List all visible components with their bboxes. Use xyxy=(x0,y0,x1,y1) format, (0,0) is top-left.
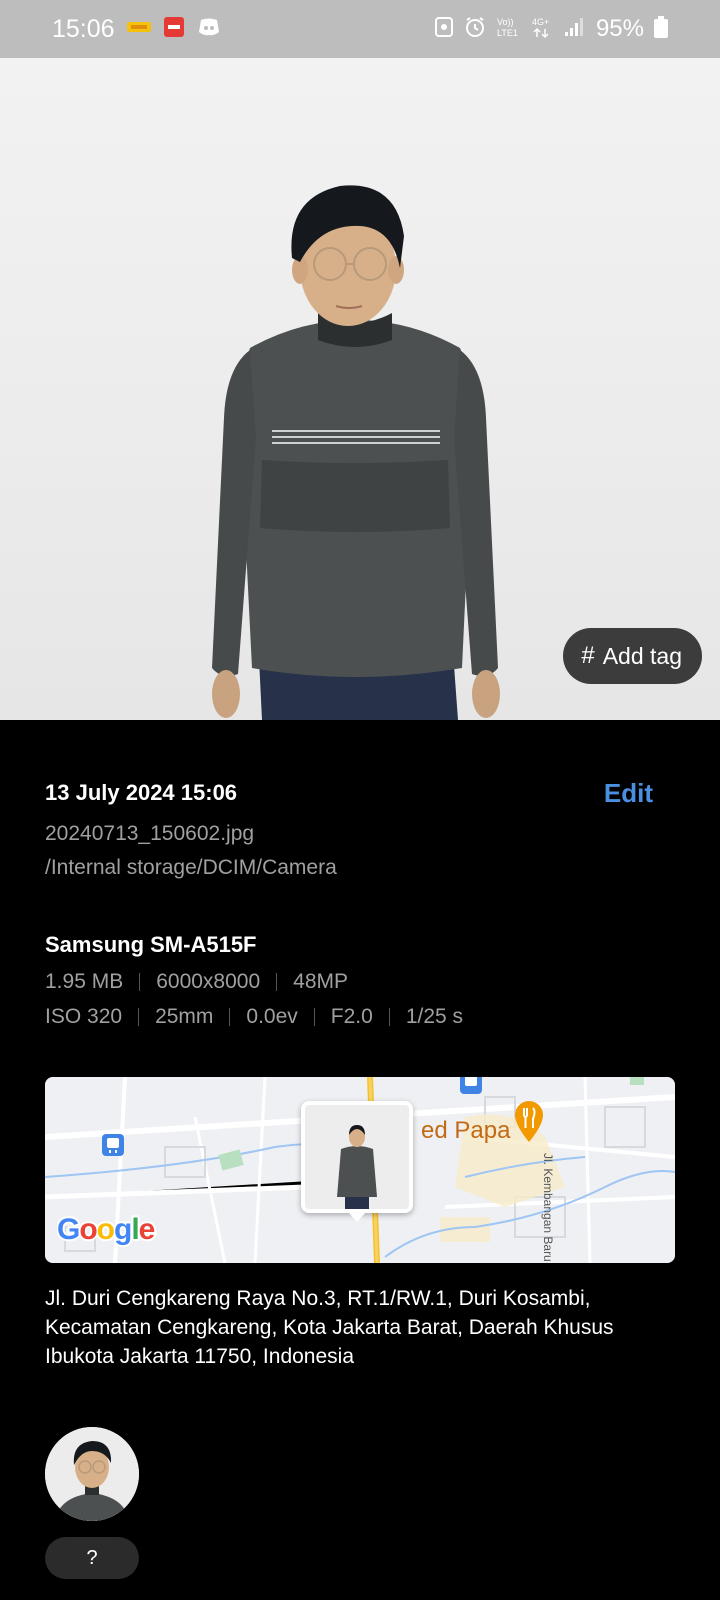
photo-image xyxy=(212,185,500,720)
discord-icon xyxy=(197,17,221,42)
aperture: F2.0 xyxy=(330,1005,373,1028)
network-4g-icon: 4G+ xyxy=(530,15,554,44)
data-saver-icon xyxy=(434,16,454,43)
iso-value: ISO 320 xyxy=(45,1005,123,1028)
svg-text:Google: Google xyxy=(57,1213,155,1246)
status-bar: 15:06 Vo)) LTE1 4G+ 95% xyxy=(0,0,720,58)
volte-icon: Vo)) LTE1 xyxy=(496,15,520,44)
battery-percent: 95% xyxy=(595,15,644,42)
image-resolution: 6000x8000 xyxy=(156,970,261,993)
megapixels: 48MP xyxy=(293,970,349,993)
add-tag-label: Add tag xyxy=(602,642,682,669)
status-time: 15:06 xyxy=(52,14,115,43)
exposure-meta-line: ISO 320 25mm 0.0ev F2.0 1/25 s xyxy=(45,1005,463,1029)
camera-device: Samsung SM-A515F xyxy=(45,932,257,957)
hashtag-icon: # xyxy=(581,642,595,669)
location-address: Jl. Duri Cengkareng Raya No.3, RT.1/RW.1… xyxy=(45,1287,614,1368)
divider xyxy=(138,1008,140,1026)
alarm-icon xyxy=(464,16,486,43)
file-size: 1.95 MB xyxy=(45,970,124,993)
battery-icon xyxy=(654,15,668,43)
map-pin-pointer xyxy=(349,1213,365,1222)
svg-text:LTE1: LTE1 xyxy=(497,28,518,38)
notification-app-icon xyxy=(163,16,185,43)
file-name: 20240713_150602.jpg xyxy=(45,822,255,845)
divider xyxy=(139,973,141,991)
add-tag-button[interactable]: # Add tag xyxy=(563,628,702,684)
location-map[interactable]: ed Papa Jl. Kembangan Baru Google Google xyxy=(45,1077,675,1263)
divider xyxy=(276,973,278,991)
focal-length: 25mm xyxy=(155,1005,214,1028)
road-label: Jl. Kembangan Baru xyxy=(541,1153,555,1262)
divider xyxy=(229,1008,231,1026)
divider xyxy=(313,1008,315,1026)
svg-text:Vo)): Vo)) xyxy=(497,17,514,27)
face-avatar[interactable] xyxy=(45,1427,139,1521)
face-name-button[interactable]: ? xyxy=(45,1537,139,1579)
edit-details-button[interactable]: Edit xyxy=(604,778,653,809)
signal-icon xyxy=(564,17,586,42)
thumbnail-image xyxy=(305,1105,409,1209)
shutter-speed: 1/25 s xyxy=(405,1005,464,1028)
file-path: /Internal storage/DCIM/Camera xyxy=(45,856,337,879)
poi-label: ed Papa xyxy=(421,1117,511,1144)
notification-app-icon xyxy=(126,19,151,40)
file-meta-line: 1.95 MB 6000x8000 48MP xyxy=(45,970,348,994)
photo-viewer[interactable]: # Add tag xyxy=(0,58,720,720)
face-image xyxy=(45,1427,139,1521)
svg-text:4G+: 4G+ xyxy=(532,17,549,27)
divider xyxy=(388,1008,390,1026)
exposure-bias: 0.0ev xyxy=(246,1005,298,1028)
photo-location-thumbnail[interactable] xyxy=(301,1101,413,1213)
photo-date-time: 13 July 2024 15:06 xyxy=(45,780,238,805)
